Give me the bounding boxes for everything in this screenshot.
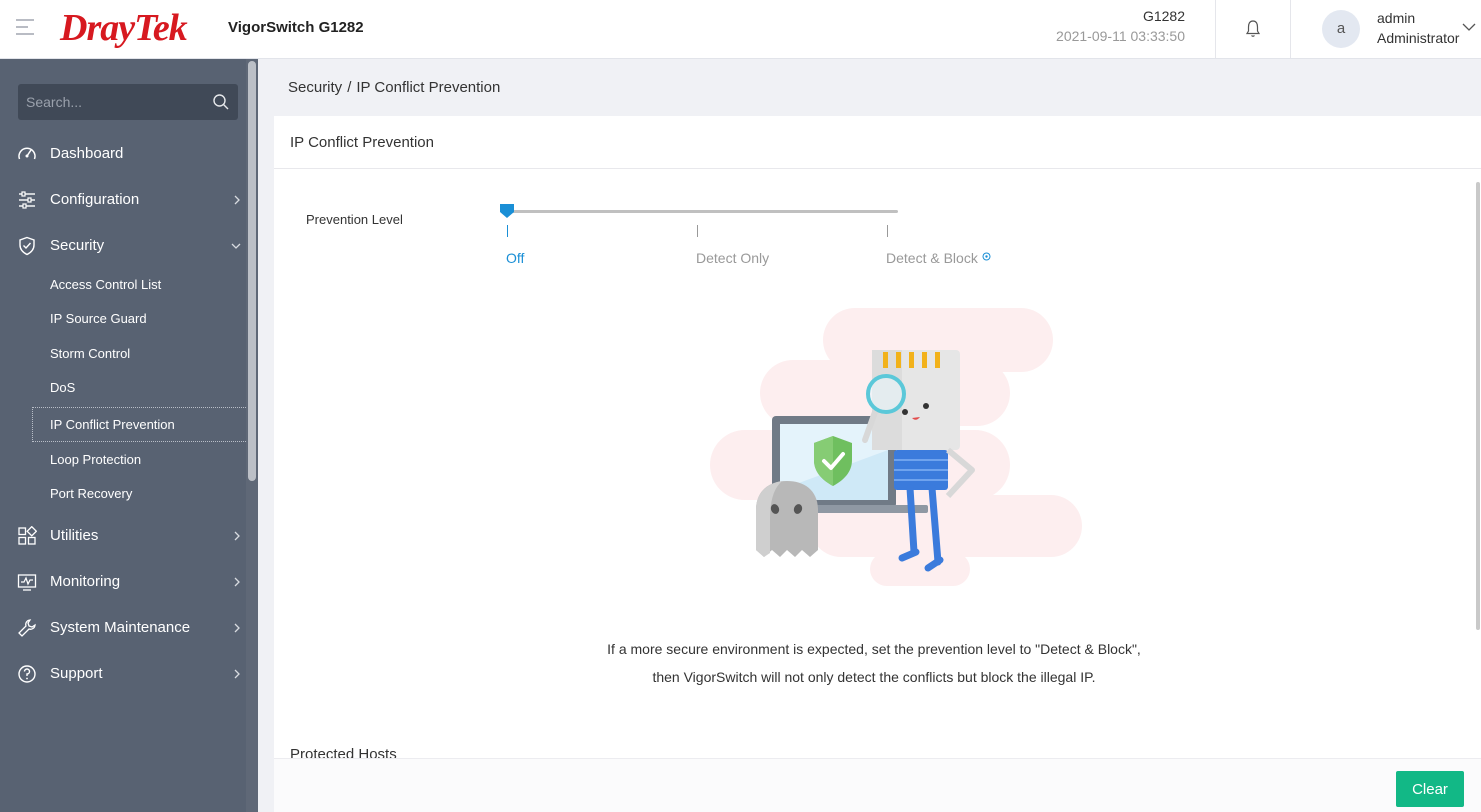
card-divider [274, 168, 1481, 169]
sidebar-subitem-access-control-list[interactable]: Access Control List [32, 268, 258, 302]
level-tick-detect-only [697, 225, 698, 237]
user-avatar[interactable]: a [1322, 10, 1360, 48]
user-role: Administrator [1377, 30, 1460, 46]
sidebar-item-label: Configuration [50, 191, 140, 208]
prevention-hint-line1: If a more secure environment is expected… [607, 641, 1141, 657]
sidebar-item-security[interactable]: Security [0, 226, 246, 266]
level-option-detect-block[interactable]: Detect & Block [886, 250, 978, 266]
sidebar-item-label: Security [50, 237, 105, 254]
sidebar-item-dashboard[interactable]: Dashboard [0, 134, 246, 174]
chevron-right-icon [234, 195, 240, 205]
prevention-level-slider[interactable] [507, 210, 898, 213]
sidebar-subitem-label: Access Control List [50, 277, 162, 292]
level-tick-detect-block [887, 225, 888, 237]
header-divider [1290, 0, 1291, 58]
help-circle-icon [18, 665, 36, 683]
menu-toggle-icon[interactable] [16, 19, 34, 35]
gauge-icon [18, 147, 36, 160]
chevron-right-icon [234, 669, 240, 679]
level-tick-off [507, 225, 508, 237]
sidebar: Dashboard Configuration Security Access … [0, 59, 258, 812]
monitor-chart-icon [17, 574, 37, 591]
sidebar-item-utilities[interactable]: Utilities [0, 516, 246, 556]
sidebar-subitem-label: IP Conflict Prevention [50, 417, 175, 432]
sidebar-subitem-label: DoS [50, 380, 76, 395]
sidebar-subitem-label: Port Recovery [50, 486, 133, 501]
device-info: G1282 2021-09-11 03:33:50 [1056, 8, 1185, 44]
sidebar-subitem-ip-source-guard[interactable]: IP Source Guard [32, 302, 258, 336]
sidebar-subitem-label: Loop Protection [50, 452, 142, 467]
sidebar-subitem-ip-conflict-prevention[interactable]: IP Conflict Prevention [32, 407, 258, 442]
wrench-icon [18, 619, 36, 637]
level-option-off[interactable]: Off [506, 250, 524, 266]
sidebar-item-monitoring[interactable]: Monitoring [0, 562, 246, 602]
device-datetime: 2021-09-11 03:33:50 [1056, 28, 1185, 44]
breadcrumb-parent[interactable]: Security [288, 79, 342, 96]
clear-button[interactable]: Clear [1396, 771, 1464, 807]
top-header: DrayTek VigorSwitch G1282 G1282 2021-09-… [0, 0, 1481, 59]
sidebar-subitem-port-recovery[interactable]: Port Recovery [32, 477, 258, 511]
sidebar-search [18, 84, 238, 120]
chevron-right-icon [234, 577, 240, 587]
notification-bell-icon[interactable] [1244, 19, 1262, 39]
sidebar-scrollbar-thumb[interactable] [248, 61, 256, 481]
sidebar-subitem-label: IP Source Guard [50, 311, 147, 326]
sidebar-subitem-label: Storm Control [50, 346, 131, 361]
sidebar-item-support[interactable]: Support [0, 654, 246, 694]
level-option-detect-only[interactable]: Detect Only [696, 250, 769, 266]
header-divider [1215, 0, 1216, 58]
chevron-down-icon [231, 243, 241, 249]
info-icon[interactable] [982, 252, 991, 261]
sidebar-item-label: Support [50, 665, 103, 682]
sidebar-item-system-maintenance[interactable]: System Maintenance [0, 608, 246, 648]
content-scrollbar-thumb[interactable] [1476, 182, 1480, 630]
sidebar-subitem-loop-protection[interactable]: Loop Protection [32, 443, 258, 477]
breadcrumb: Security / IP Conflict Prevention [288, 79, 500, 96]
breadcrumb-current: IP Conflict Prevention [356, 79, 501, 96]
sidebar-item-label: Utilities [50, 527, 99, 544]
device-model: G1282 [1142, 8, 1185, 24]
search-icon[interactable] [212, 93, 230, 111]
sidebar-subitem-storm-control[interactable]: Storm Control [32, 337, 258, 371]
sidebar-item-label: System Maintenance [50, 619, 191, 636]
sliders-icon [19, 191, 35, 209]
shield-icon [19, 236, 35, 256]
chevron-right-icon [234, 623, 240, 633]
slider-handle[interactable] [499, 203, 515, 219]
apps-grid-icon [18, 526, 37, 545]
user-name[interactable]: admin [1377, 10, 1415, 26]
action-footer [274, 758, 1481, 812]
draytek-logo: DrayTek [60, 7, 188, 49]
prevention-level-label: Prevention Level [306, 212, 403, 227]
ip-conflict-illustration [710, 308, 1082, 586]
prevention-hint-line2: then VigorSwitch will not only detect th… [652, 669, 1096, 685]
chevron-right-icon [234, 531, 240, 541]
chevron-down-icon[interactable] [1462, 22, 1476, 32]
sidebar-item-label: Monitoring [50, 573, 121, 590]
search-input[interactable] [18, 84, 208, 120]
sidebar-item-label: Dashboard [50, 145, 124, 162]
breadcrumb-separator: / [347, 79, 352, 96]
sidebar-item-configuration[interactable]: Configuration [0, 180, 246, 220]
product-name: VigorSwitch G1282 [228, 19, 364, 36]
sidebar-subitem-dos[interactable]: DoS [32, 371, 258, 405]
card-title: IP Conflict Prevention [290, 134, 434, 151]
